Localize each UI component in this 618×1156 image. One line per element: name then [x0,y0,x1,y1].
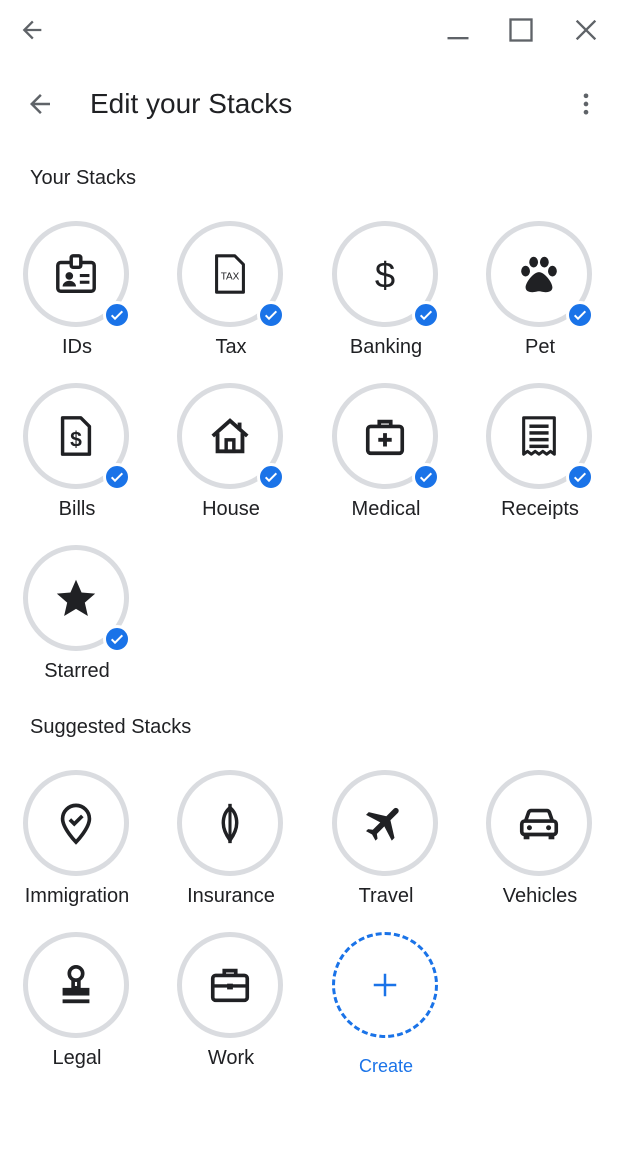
stack-label: Travel [358,885,414,907]
stack-label: Legal [52,1047,102,1069]
stamp-icon [62,964,90,1004]
selected-check-icon [566,463,594,491]
stack-label: Starred [44,660,110,682]
plus-icon [373,973,397,997]
selected-check-icon [103,463,131,491]
close-button[interactable] [566,10,606,50]
stack-starred[interactable]: Starred [0,545,150,695]
house-icon [211,418,249,454]
car-icon [519,808,559,840]
star-icon [56,579,96,617]
stack-receipts[interactable]: Receipts [463,383,613,533]
selected-check-icon [566,301,594,329]
more-vert-icon [583,93,589,115]
create-label: Create [358,1056,414,1076]
umbrella-icon [221,803,239,844]
stack-banking[interactable]: $ Banking [309,221,459,371]
stack-label: Work [207,1047,255,1069]
maximize-button[interactable] [501,10,541,50]
more-options-button[interactable] [566,84,606,124]
stack-ring [23,932,129,1038]
selected-check-icon [412,301,440,329]
stack-label: Tax [215,336,247,358]
stack-label: IDs [62,336,92,358]
maximize-icon [509,18,533,42]
stack-pet[interactable]: Pet [463,221,613,371]
stack-label: Insurance [187,885,275,907]
window-back-button[interactable] [12,10,52,50]
stack-legal[interactable]: Legal [0,932,150,1082]
minimize-button[interactable] [438,10,478,50]
stack-ring [486,770,592,876]
arrow-back-icon [30,94,50,114]
close-icon [575,19,597,41]
stack-label: House [202,498,260,520]
create-stack-button[interactable]: Create [309,932,459,1082]
minimize-icon [447,37,469,40]
window-titlebar [0,0,618,60]
receipt-icon [522,416,556,456]
airplane-icon [366,807,399,841]
stack-label: Bills [58,498,96,520]
page-title: Edit your Stacks [90,88,293,119]
stack-label: Receipts [501,498,579,520]
stack-ring [177,770,283,876]
stack-label: Medical [351,498,421,520]
bill-icon: $ [60,416,92,456]
svg-text:$: $ [375,254,395,295]
stack-ring [177,932,283,1038]
stack-work[interactable]: Work [154,932,304,1082]
selected-check-icon [103,625,131,653]
stack-label: Immigration [24,885,130,907]
stack-bills[interactable]: $ Bills [0,383,150,533]
stack-medical[interactable]: Medical [309,383,459,533]
stack-ids[interactable]: IDs [0,221,150,371]
back-button[interactable] [20,84,60,124]
id-badge-icon [56,254,96,293]
stack-vehicles[interactable]: Vehicles [463,770,613,920]
arrow-back-icon [22,20,42,40]
dollar-icon: $ [375,254,395,295]
your-stacks-heading: Your Stacks [30,167,136,189]
stack-immigration[interactable]: Immigration [0,770,150,920]
app-bar: Edit your Stacks [0,74,618,134]
tax-document-icon: TAX [215,254,245,294]
briefcase-icon [210,968,250,1003]
stack-tax[interactable]: TAX Tax [154,221,304,371]
svg-text:$: $ [70,429,82,452]
stack-label: Pet [524,336,556,358]
medical-kit-icon [365,419,405,456]
stack-ring [23,770,129,876]
selected-check-icon [412,463,440,491]
paw-icon [521,256,557,293]
selected-check-icon [257,301,285,329]
stack-travel[interactable]: Travel [309,770,459,920]
svg-text:TAX: TAX [221,272,240,283]
stack-insurance[interactable]: Insurance [154,770,304,920]
stack-ring [332,770,438,876]
stack-label: Vehicles [502,885,578,907]
location-check-icon [60,803,92,845]
create-ring [332,932,438,1038]
selected-check-icon [257,463,285,491]
suggested-stacks-heading: Suggested Stacks [30,716,192,738]
stack-label: Banking [349,336,423,358]
stack-house[interactable]: House [154,383,304,533]
selected-check-icon [103,301,131,329]
